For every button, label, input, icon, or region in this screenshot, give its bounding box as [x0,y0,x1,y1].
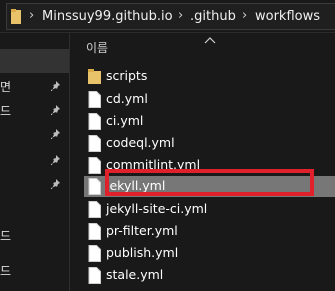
nav-item[interactable] [0,173,69,197]
list-item-pr-filter-yml[interactable]: pr-filter.yml [84,221,335,242]
column-header-name[interactable]: 이름 [86,39,108,56]
nav-item[interactable] [0,149,69,173]
list-item-commitlint-yml[interactable]: commitlint.yml [84,155,335,176]
breadcrumb-item-minssuy99[interactable]: Minssuy99.github.io [42,9,173,24]
file-icon [88,201,101,218]
file-icon [88,267,101,284]
list-item-scripts[interactable]: scripts [84,66,335,87]
nav-item-label: 드 [0,104,12,118]
file-name: ci.yml [106,113,144,128]
breadcrumb[interactable]: › Minssuy99.github.io › .github › workfl… [6,3,335,30]
file-icon [88,113,101,130]
pin-icon[interactable] [51,80,63,92]
file-name: jekyll.yml [106,178,166,193]
file-icon [88,245,101,262]
nav-item-selected[interactable] [0,49,69,73]
file-name: cd.yml [106,91,148,106]
nav-item[interactable] [0,123,69,147]
file-name: scripts [106,68,148,83]
file-icon [88,91,101,108]
chevron-up-icon[interactable] [204,35,216,45]
file-name: commitlint.yml [106,157,201,172]
folder-icon [88,69,101,84]
list-item-jekyll-site-ci-yml[interactable]: jekyll-site-ci.yml [84,199,335,220]
list-item-ci-yml[interactable]: ci.yml [84,111,335,132]
file-name: stale.yml [106,267,164,282]
list-item-jekyll-yml[interactable]: jekyll.yml [84,176,335,197]
file-list-pane: 이름 scripts cd.yml ci.yml codeql.yml comm… [70,33,335,291]
breadcrumb-separator[interactable]: › [242,8,247,23]
pin-icon[interactable] [51,154,63,166]
nav-item-downloads[interactable]: 드 [0,99,69,123]
navigation-pane: 면 드 드 드 [0,33,70,291]
list-item-publish-yml[interactable]: publish.yml [84,243,335,264]
nav-item-label: 드 [0,264,12,278]
pin-icon[interactable] [51,104,63,116]
breadcrumb-item-github[interactable]: .github [190,9,236,24]
nav-item-documents[interactable]: 드 [0,224,69,248]
address-bar: › Minssuy99.github.io › .github › workfl… [0,0,335,33]
file-icon [88,178,101,195]
file-name: codeql.yml [106,135,175,150]
file-name: pr-filter.yml [106,223,178,238]
list-item-codeql-yml[interactable]: codeql.yml [84,133,335,154]
nav-item-downloads-2[interactable]: 드 [0,259,69,283]
folder-icon [11,9,21,24]
list-item-cd-yml[interactable]: cd.yml [84,89,335,110]
pin-icon[interactable] [51,128,63,140]
file-icon [88,223,101,240]
breadcrumb-separator[interactable]: › [29,8,34,23]
file-name: jekyll-site-ci.yml [106,201,208,216]
breadcrumb-separator[interactable]: › [178,8,183,23]
nav-item-label: 드 [0,229,12,243]
breadcrumb-item-workflows[interactable]: workflows [255,9,320,24]
pin-icon[interactable] [51,178,63,190]
file-icon [88,135,101,152]
list-item-stale-yml[interactable]: stale.yml [84,265,335,286]
nav-item-label: 면 [0,80,12,94]
file-name: publish.yml [106,245,179,260]
nav-item-desktop[interactable]: 면 [0,75,69,99]
file-icon [88,157,101,174]
